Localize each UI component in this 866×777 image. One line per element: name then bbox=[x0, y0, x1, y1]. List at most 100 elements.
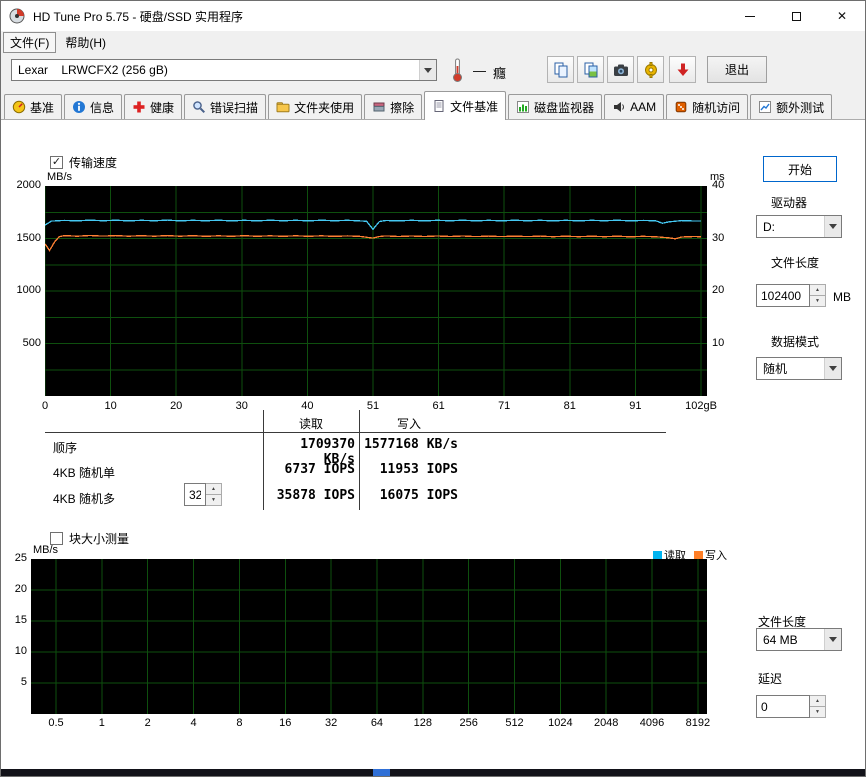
taskbar-accent bbox=[373, 769, 390, 776]
tab-label: 错误扫描 bbox=[210, 99, 258, 116]
drive-select-dropdown[interactable]: Lexar LRWCFX2 (256 gB) bbox=[11, 59, 437, 81]
menu-file[interactable]: 文件(F) bbox=[3, 32, 56, 53]
drive-label: 驱动器 bbox=[771, 194, 807, 211]
axis-tick: 10 bbox=[3, 645, 27, 657]
tabbar: 基准 信息 健康 错误扫描 文件夹使用 擦除 文件基准 磁盘监视器 bbox=[1, 91, 865, 119]
seq-write-value: 1577168 KB/s bbox=[363, 437, 458, 452]
stepper-down-icon[interactable]: ▼ bbox=[810, 707, 826, 718]
chevron-down-icon bbox=[824, 358, 841, 379]
tab-disk-monitor[interactable]: 磁盘监视器 bbox=[508, 94, 602, 119]
exit-button[interactable]: 退出 bbox=[707, 56, 767, 83]
axis-tick: 4 bbox=[190, 717, 196, 729]
stepper-down-icon[interactable]: ▼ bbox=[810, 296, 826, 307]
temperature-value: — bbox=[473, 63, 486, 78]
axis-tick: 25 bbox=[3, 552, 27, 564]
tab-label: 健康 bbox=[150, 99, 174, 116]
maximize-icon bbox=[792, 12, 801, 21]
data-mode-dropdown-value: 随机 bbox=[763, 360, 787, 377]
stepper-up-icon[interactable]: ▲ bbox=[206, 483, 222, 495]
delay-field: ▲ ▼ bbox=[756, 695, 826, 718]
tab-label: 磁盘监视器 bbox=[534, 99, 594, 116]
transfer-speed-checkbox[interactable]: ✓ 传输速度 bbox=[50, 154, 117, 171]
checkbox-check-icon: ✓ bbox=[50, 156, 63, 169]
axis-tick: 128 bbox=[414, 717, 432, 729]
delay-input[interactable] bbox=[756, 695, 810, 718]
delay-stepper[interactable]: ▲ ▼ bbox=[810, 695, 826, 718]
axis-unit-label: MB/s bbox=[33, 544, 58, 556]
stepper-up-icon[interactable]: ▲ bbox=[810, 695, 826, 707]
tab-random-access[interactable]: 随机访问 bbox=[666, 94, 748, 119]
delay-label: 延迟 bbox=[758, 670, 782, 687]
temperature-unit: 癮 bbox=[493, 63, 506, 82]
tab-label: AAM bbox=[630, 100, 656, 114]
axis-tick: 15 bbox=[3, 614, 27, 626]
eraser-icon bbox=[372, 100, 386, 114]
axis-tick: 1500 bbox=[7, 232, 41, 244]
tab-label: 擦除 bbox=[390, 99, 414, 116]
app-icon bbox=[9, 8, 25, 24]
axis-tick: 10 bbox=[104, 400, 116, 412]
axis-tick: 30 bbox=[712, 232, 724, 244]
tab-health[interactable]: 健康 bbox=[124, 94, 182, 119]
minimize-button[interactable] bbox=[727, 1, 773, 31]
legend-write-label: 写入 bbox=[705, 547, 727, 563]
tab-folder-usage[interactable]: 文件夹使用 bbox=[268, 94, 362, 119]
save-results-button[interactable] bbox=[669, 56, 696, 83]
block-size-checkbox[interactable]: 块大小测量 bbox=[50, 530, 129, 547]
tab-benchmark[interactable]: 基准 bbox=[4, 94, 62, 119]
tab-error-scan[interactable]: 错误扫描 bbox=[184, 94, 266, 119]
screenshot-button[interactable] bbox=[607, 56, 634, 83]
options-button[interactable] bbox=[637, 56, 664, 83]
info-icon bbox=[72, 100, 86, 114]
transfer-speed-checkbox-label: 传输速度 bbox=[69, 154, 117, 171]
file-length-label: 文件长度 bbox=[771, 254, 819, 271]
file-length-input[interactable] bbox=[756, 284, 810, 307]
data-mode-label: 数据模式 bbox=[771, 333, 819, 350]
copy-button[interactable] bbox=[547, 56, 574, 83]
file-length-field: ▲ ▼ bbox=[756, 284, 826, 307]
drive-dropdown[interactable]: D: bbox=[756, 215, 842, 238]
stepper-up-icon[interactable]: ▲ bbox=[810, 284, 826, 296]
tab-info[interactable]: 信息 bbox=[64, 94, 122, 119]
row-label-4kb-multi: 4KB 随机多 bbox=[53, 490, 115, 507]
queue-depth-stepper[interactable]: ▲ ▼ bbox=[206, 483, 222, 506]
tab-aam[interactable]: AAM bbox=[604, 94, 664, 119]
block-file-length-value: 64 MB bbox=[763, 633, 798, 647]
data-mode-dropdown[interactable]: 随机 bbox=[756, 357, 842, 380]
transfer-speed-chart bbox=[45, 186, 707, 396]
menu-help[interactable]: 帮助(H) bbox=[58, 32, 113, 53]
tab-extra-tests[interactable]: 额外测试 bbox=[750, 94, 832, 119]
tab-label: 文件夹使用 bbox=[294, 99, 354, 116]
axis-tick: 1000 bbox=[7, 284, 41, 296]
axis-tick: 4096 bbox=[640, 717, 664, 729]
chevron-down-icon bbox=[824, 216, 841, 237]
minimize-icon bbox=[745, 16, 755, 17]
4kb-single-read-value: 6737 IOPS bbox=[263, 462, 355, 477]
axis-tick: 16 bbox=[279, 717, 291, 729]
block-file-length-dropdown[interactable]: 64 MB bbox=[756, 628, 842, 651]
copy-image-button[interactable] bbox=[577, 56, 604, 83]
titlebar: HD Tune Pro 5.75 - 硬盘/SSD 实用程序 ✕ bbox=[1, 1, 865, 31]
stepper-down-icon[interactable]: ▼ bbox=[206, 495, 222, 506]
tab-label: 文件基准 bbox=[450, 98, 498, 115]
tab-erase[interactable]: 擦除 bbox=[364, 94, 422, 119]
axis-tick: 1 bbox=[99, 717, 105, 729]
axis-tick: 20 bbox=[712, 284, 724, 296]
start-button[interactable]: 开始 bbox=[763, 156, 837, 182]
table-header-read: 读取 bbox=[263, 415, 359, 432]
axis-tick: 81 bbox=[564, 400, 576, 412]
magnifier-icon bbox=[192, 100, 206, 114]
file-length-unit: MB bbox=[833, 290, 851, 304]
tab-file-benchmark[interactable]: 文件基准 bbox=[424, 91, 506, 120]
queue-depth-input[interactable] bbox=[184, 483, 206, 506]
block-size-chart bbox=[31, 559, 707, 714]
gear-icon bbox=[642, 61, 660, 79]
axis-tick: 2048 bbox=[594, 717, 618, 729]
close-button[interactable]: ✕ bbox=[819, 1, 865, 31]
monitor-chart-icon bbox=[516, 100, 530, 114]
maximize-button[interactable] bbox=[773, 1, 819, 31]
tab-label: 信息 bbox=[90, 99, 114, 116]
axis-unit-label: MB/s bbox=[47, 171, 72, 183]
file-length-stepper[interactable]: ▲ ▼ bbox=[810, 284, 826, 307]
health-cross-icon bbox=[132, 100, 146, 114]
